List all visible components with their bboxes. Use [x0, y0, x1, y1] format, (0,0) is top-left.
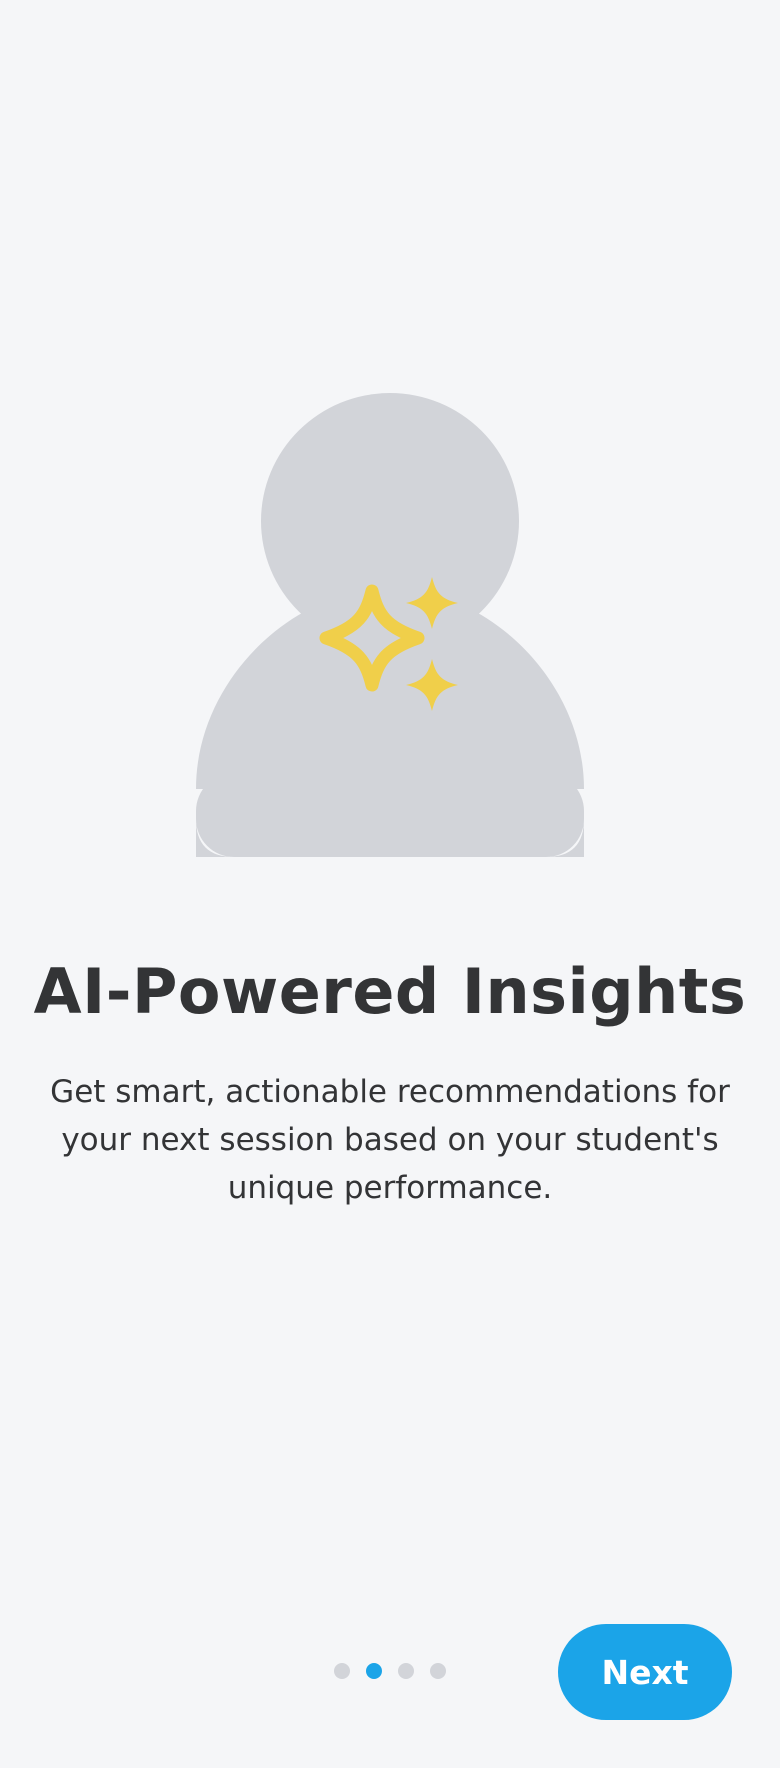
onboarding-screen: AI-Powered Insights Get smart, actionabl…	[0, 0, 780, 1768]
user-sparkles-icon	[196, 393, 584, 857]
page-dot-3[interactable]	[398, 1663, 414, 1679]
page-dot-4[interactable]	[430, 1663, 446, 1679]
onboarding-description: Get smart, actionable recommendations fo…	[50, 1074, 730, 1206]
user-head-shape	[261, 393, 519, 649]
page-indicator	[334, 1663, 446, 1679]
page-dot-1[interactable]	[334, 1663, 350, 1679]
page-dot-2-active[interactable]	[366, 1663, 382, 1679]
onboarding-title: AI-Powered Insights	[33, 955, 747, 1028]
next-button[interactable]: Next	[558, 1624, 732, 1720]
user-body-base	[196, 773, 584, 857]
